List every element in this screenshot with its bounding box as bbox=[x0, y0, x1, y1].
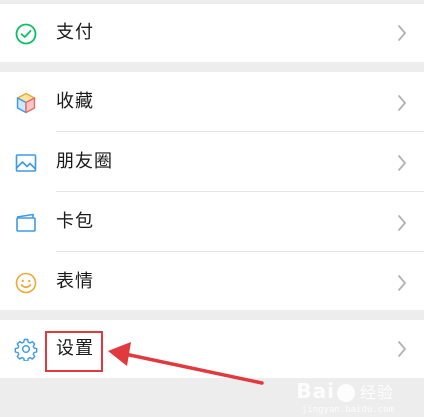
chevron-right-icon bbox=[394, 23, 410, 43]
payment-icon bbox=[14, 22, 38, 46]
menu-item-label: 表情 bbox=[56, 271, 94, 292]
watermark-brand: Bai bbox=[296, 379, 335, 403]
card-wallet-icon bbox=[14, 211, 38, 235]
baidu-watermark: Bai 经验 bbox=[296, 379, 394, 403]
menu-item-label: 朋友圈 bbox=[56, 151, 113, 172]
smiley-icon bbox=[14, 271, 38, 295]
watermark-brand-suffix: 经验 bbox=[359, 383, 394, 402]
gear-icon bbox=[14, 337, 38, 362]
moments-image-icon bbox=[14, 151, 38, 175]
menu-item-stickers[interactable]: 表情 bbox=[0, 252, 424, 310]
chevron-right-icon bbox=[394, 153, 410, 173]
chevron-right-icon bbox=[394, 213, 410, 233]
favorites-cube-icon bbox=[14, 91, 38, 115]
watermark-url: jingyan.baidu.com bbox=[301, 405, 394, 415]
payment-group: 支付 bbox=[0, 4, 424, 62]
menu-item-payment[interactable]: 支付 bbox=[0, 4, 424, 62]
menu-item-cards[interactable]: 卡包 bbox=[0, 192, 424, 252]
chevron-right-icon bbox=[394, 273, 410, 293]
menu-item-label: 卡包 bbox=[56, 211, 94, 232]
chevron-right-icon bbox=[394, 93, 410, 113]
menu-item-label: 收藏 bbox=[56, 91, 94, 112]
chevron-right-icon bbox=[394, 339, 410, 359]
menu-item-favorites[interactable]: 收藏 bbox=[0, 72, 424, 132]
highlight-box bbox=[45, 331, 103, 372]
features-group: 收藏 朋友圈 卡包 表情 bbox=[0, 72, 424, 310]
menu-item-label: 支付 bbox=[56, 22, 94, 43]
baidu-paw-icon bbox=[336, 383, 355, 402]
menu-item-moments[interactable]: 朋友圈 bbox=[0, 132, 424, 192]
